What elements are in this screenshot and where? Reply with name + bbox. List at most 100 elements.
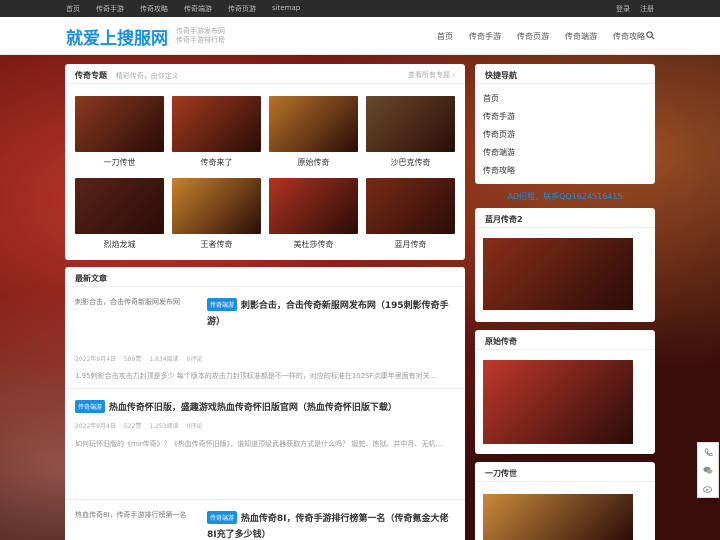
login-link[interactable]: 登录 [616,4,630,14]
article-item[interactable]: 热血传奇8I，传奇手游排行榜第一名 传奇端游 热血传奇8I，传奇手游排行榜第一名… [65,499,465,540]
article-meta: 2022年9月4日 522赞 1,253阅读 0评论 [75,421,202,430]
topic-name[interactable]: 美杜莎传奇 [269,239,358,250]
topic-thumb[interactable] [366,178,455,234]
topic-thumb[interactable] [269,96,358,152]
topic-name[interactable]: 一刀传世 [75,157,164,168]
nav-client[interactable]: 传奇端游 [565,31,597,42]
article-excerpt: 1.95刺影合击攻击力封顶是多少 每个版本的攻击力封顶标准都是不一样的，对应的标… [75,372,437,380]
topic-name[interactable]: 蓝月传奇 [366,239,455,250]
topics-subtitle: 精彩传奇，由你定义 [115,72,179,80]
category-badge[interactable]: 传奇端游 [75,400,106,413]
topic-card[interactable]: 烈焰龙城 [75,178,164,250]
category-badge[interactable]: 传奇端游 [207,298,238,311]
topic-name[interactable]: 王者传奇 [172,239,261,250]
topic-card[interactable]: 王者传奇 [172,178,261,250]
topic-thumb[interactable] [366,96,455,152]
category-badge[interactable]: 传奇端游 [207,511,238,524]
article-likes: 522赞 [123,423,142,430]
quick-nav-item[interactable]: 传奇手游 [483,108,655,126]
topic-card[interactable]: 原始传奇 [269,96,358,168]
widget-title: 蓝月传奇2 [475,208,655,228]
sidebar-widget: 一刀传世 [475,462,655,540]
topic-card[interactable]: 一刀传世 [75,96,164,168]
quick-nav-title: 快捷导航 [485,71,517,80]
article-date: 2022年9月4日 [75,423,116,430]
topics-panel: 传奇专题 精彩传奇，由你定义 查看所有专题 › 一刀传世 传奇来了 原始传奇 沙… [65,64,465,260]
nav-home[interactable]: 首页 [437,31,453,42]
site-header: 就爱上搜服网 传奇手游发布网 传奇手游排行榜 首页 传奇手游 传奇页游 传奇端游… [0,17,720,55]
article-item[interactable]: 刺影合击，合击传奇新服网发布网 传奇端游 刺影合击，合击传奇新服网发布网（195… [65,289,465,389]
article-views: 1,253阅读 [149,423,179,430]
topbar-link-client[interactable]: 传奇端游 [184,4,212,14]
article-meta: 2022年9月4日 589赞 1,634阅读 0评论 [75,354,202,363]
topic-card[interactable]: 沙巴克传奇 [366,96,455,168]
ad-banner-text[interactable]: AD招租，联系QQ1624516415 [475,191,655,202]
article-views: 1,634阅读 [149,356,179,363]
quick-nav-list: 首页 传奇手游 传奇页游 传奇端游 传奇攻略 [475,84,655,180]
article-title-row: 传奇端游 热血传奇怀旧版，盛趣游戏热血传奇怀旧版官网（热血传奇怀旧版下载） [75,399,455,415]
phone-icon[interactable] [698,443,718,461]
article-title-row: 传奇端游 热血传奇8I，传奇手游排行榜第一名（传奇氪金大佬8I充了多少钱） [207,510,457,540]
floating-contact-bar [697,442,719,498]
article-image-broken[interactable]: 热血传奇8I，传奇手游排行榜第一名 [75,510,187,520]
topbar-link-web[interactable]: 传奇页游 [228,4,256,14]
article-item[interactable]: 传奇端游 热血传奇怀旧版，盛趣游戏热血传奇怀旧版官网（热血传奇怀旧版下载） 20… [65,391,465,481]
top-bar: 首页 传奇手游 传奇攻略 传奇端游 传奇页游 sitemap 登录 注册 [0,0,720,17]
topics-title: 传奇专题 [75,71,107,80]
widget-image[interactable] [483,360,633,444]
register-link[interactable]: 注册 [640,4,654,14]
article-image-broken[interactable]: 刺影合击，合击传奇新服网发布网 [75,297,180,307]
article-title-row: 传奇端游 刺影合击，合击传奇新服网发布网（195刺影传奇手游） [207,297,457,329]
topic-card[interactable]: 传奇来了 [172,96,261,168]
topic-thumb[interactable] [75,96,164,152]
weibo-icon[interactable] [698,479,718,497]
slogan-line-1: 传奇手游发布网 [176,27,225,35]
topic-name[interactable]: 原始传奇 [269,157,358,168]
articles-panel: 最新文章 刺影合击，合击传奇新服网发布网 传奇端游 刺影合击，合击传奇新服网发布… [65,267,465,540]
main-nav: 首页 传奇手游 传奇页游 传奇端游 传奇攻略 [437,31,645,42]
widget-image[interactable] [483,238,633,310]
nav-mobile[interactable]: 传奇手游 [469,31,501,42]
quick-nav-header: 快捷导航 [475,64,655,84]
nav-guide[interactable]: 传奇攻略 [613,31,645,42]
quick-nav-item[interactable]: 传奇端游 [483,144,655,162]
quick-nav-panel: 快捷导航 首页 传奇手游 传奇页游 传奇端游 传奇攻略 [475,64,655,184]
article-excerpt: 如何玩怀旧版的《mir传奇》？《热血传奇怀旧版》，谁知道顶级武器获取方式是什么吗… [75,440,443,448]
article-title[interactable]: 热血传奇8I，传奇手游排行榜第一名（传奇氪金大佬8I充了多少钱） [207,514,448,540]
topbar-link-guide[interactable]: 传奇攻略 [140,4,168,14]
sidebar-widget: 蓝月传奇2 [475,208,655,322]
article-likes: 589赞 [123,356,142,363]
topics-more-link[interactable]: 查看所有专题 › [408,70,455,80]
widget-title: 一刀传世 [475,462,655,482]
articles-header: 最新文章 [65,267,465,287]
quick-nav-item[interactable]: 传奇页游 [483,126,655,144]
topic-name[interactable]: 传奇来了 [172,157,261,168]
topic-thumb[interactable] [172,178,261,234]
topic-name[interactable]: 烈焰龙城 [75,239,164,250]
article-date: 2022年9月4日 [75,356,116,363]
wechat-icon[interactable] [698,461,718,479]
site-logo[interactable]: 就爱上搜服网 [66,24,168,49]
article-comments: 0评论 [186,356,203,363]
slogan-line-2: 传奇手游排行榜 [176,36,225,44]
search-icon[interactable] [646,31,655,40]
quick-nav-item[interactable]: 传奇攻略 [483,162,655,180]
topic-thumb[interactable] [75,178,164,234]
site-slogan: 传奇手游发布网 传奇手游排行榜 [176,27,225,45]
nav-web[interactable]: 传奇页游 [517,31,549,42]
topic-card[interactable]: 蓝月传奇 [366,178,455,250]
topbar-link-mobile[interactable]: 传奇手游 [96,4,124,14]
widget-image[interactable] [483,494,633,540]
quick-nav-item[interactable]: 首页 [483,90,655,108]
article-title[interactable]: 刺影合击，合击传奇新服网发布网（195刺影传奇手游） [207,301,449,327]
widget-title: 原始传奇 [475,330,655,350]
article-title[interactable]: 热血传奇怀旧版，盛趣游戏热血传奇怀旧版官网（热血传奇怀旧版下载） [109,403,397,413]
topic-thumb[interactable] [269,178,358,234]
topbar-link-home[interactable]: 首页 [66,4,80,14]
sidebar-widget: 原始传奇 [475,330,655,454]
topic-name[interactable]: 沙巴克传奇 [366,157,455,168]
topbar-link-sitemap[interactable]: sitemap [272,4,300,14]
topic-thumb[interactable] [172,96,261,152]
topic-card[interactable]: 美杜莎传奇 [269,178,358,250]
articles-title: 最新文章 [75,274,107,283]
